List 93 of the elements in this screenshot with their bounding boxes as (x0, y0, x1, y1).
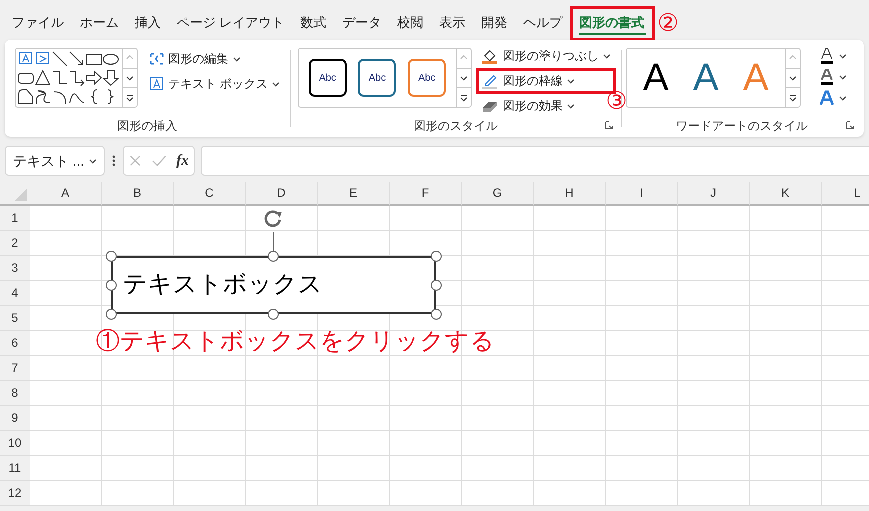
ribbon-tab[interactable]: 開発 (474, 6, 516, 40)
column-header[interactable]: A (30, 182, 102, 206)
block-arrow-icon (85, 68, 104, 87)
row-header[interactable]: 11 (0, 456, 30, 481)
left-brace-icon (90, 88, 98, 106)
column-header[interactable]: G (462, 182, 534, 206)
corner-triangle-icon (14, 188, 28, 202)
more-icon (458, 92, 470, 103)
ribbon-button[interactable]: 図形の枠線 (478, 70, 614, 92)
cancel-icon (129, 154, 142, 168)
text-style-button[interactable] (819, 48, 847, 64)
down-arrow-icon (102, 68, 120, 87)
row-header[interactable]: 3 (0, 256, 30, 281)
row-header[interactable]: 10 (0, 431, 30, 456)
ribbon-button[interactable]: 図形の塗りつぶし (478, 45, 614, 67)
group-label: 図形のスタイル (414, 118, 498, 135)
pen-outline-icon (481, 73, 499, 89)
paint-bucket-icon (481, 48, 499, 64)
row-header[interactable]: 5 (0, 306, 30, 331)
column-header[interactable]: B (102, 182, 174, 206)
column-header[interactable]: K (750, 182, 822, 206)
line-icon (51, 50, 70, 68)
group-label: 図形の挿入 (118, 118, 178, 135)
ribbon-tab[interactable]: 数式 (292, 6, 335, 40)
column-header[interactable]: F (390, 182, 462, 206)
more-icon (124, 92, 136, 103)
ribbon-tab[interactable]: ホーム (72, 6, 127, 40)
ribbon-tab[interactable]: ファイル (4, 6, 72, 40)
triangle-icon (34, 68, 52, 87)
caret-icon (232, 56, 241, 62)
wordart-preset[interactable]: A (643, 59, 669, 97)
ribbon-tab[interactable]: ヘルプ (516, 6, 571, 40)
text-fill-icon (819, 48, 835, 64)
caret-icon (839, 96, 847, 100)
row-header[interactable]: 4 (0, 281, 30, 306)
row-header[interactable]: 9 (0, 406, 30, 431)
name-box[interactable]: テキスト ... (5, 146, 105, 176)
elbow-arrow-icon (68, 68, 86, 87)
column-header[interactable]: I (606, 182, 678, 206)
caret-icon (839, 54, 847, 58)
caret-icon (567, 78, 575, 84)
insert-function-button[interactable]: fx (176, 150, 189, 172)
ribbon-tab[interactable]: 表示 (432, 6, 474, 40)
scribble-icon (34, 88, 52, 106)
caret-icon (839, 74, 847, 80)
row-header[interactable]: 6 (0, 331, 30, 356)
group-label: ワードアートのスタイル (676, 118, 808, 135)
ribbon-tab[interactable]: 挿入 (127, 6, 169, 40)
check-icon (152, 154, 166, 168)
caret-icon (567, 104, 575, 108)
caret-icon (89, 158, 97, 164)
ribbon-button[interactable]: 図形の編集 (146, 48, 283, 70)
ribbon-tab[interactable]: 校閲 (390, 6, 432, 40)
ribbon-button[interactable]: テキスト ボックス (146, 73, 283, 95)
rotate-handle-icon (263, 209, 285, 229)
ribbon-tab[interactable]: ページ レイアウト (169, 6, 293, 40)
style-preset[interactable]: Abc (308, 59, 347, 97)
style-preset[interactable]: Abc (408, 59, 446, 97)
text-effects-icon (819, 90, 835, 106)
caret-icon (272, 82, 280, 86)
row-header[interactable]: 8 (0, 381, 30, 406)
style-preset[interactable]: Abc (358, 59, 396, 97)
more-options-icon (111, 154, 117, 168)
column-header[interactable]: J (678, 182, 750, 206)
ribbon-tab[interactable]: 図形の書式 (570, 6, 654, 40)
dialog-launcher-icon (605, 121, 614, 130)
ribbon-tab[interactable]: データ (334, 6, 390, 40)
caret-icon (603, 54, 611, 58)
arrow-icon (68, 50, 86, 68)
row-header[interactable]: 2 (0, 231, 30, 256)
callout-text: ①テキストボックスをクリックする (96, 327, 495, 357)
row-header[interactable]: 1 (0, 206, 30, 231)
column-header[interactable]: H (534, 182, 606, 206)
callout-number: ② (658, 12, 680, 36)
column-header[interactable]: D (246, 182, 318, 206)
text-style-button[interactable] (819, 69, 847, 85)
right-brace-icon (107, 88, 116, 106)
dialog-launcher-icon (846, 121, 855, 130)
more-icon (787, 92, 799, 103)
formula-input[interactable] (201, 146, 869, 176)
text-box-icon (148, 76, 165, 92)
name-box-text: テキスト ... (13, 152, 85, 170)
row-header[interactable]: 7 (0, 356, 30, 381)
column-header[interactable]: L (822, 182, 869, 206)
wordart-preset[interactable]: A (693, 59, 719, 97)
freeform-icon (17, 88, 36, 106)
column-header[interactable]: E (318, 182, 390, 206)
row-header[interactable]: 12 (0, 481, 30, 506)
edit-shape-icon (148, 52, 165, 66)
text-outline-icon (819, 69, 835, 85)
column-header[interactable]: C (174, 182, 246, 206)
elbow-connector-icon (51, 68, 70, 87)
text-box[interactable]: テキストボックス (111, 256, 436, 314)
